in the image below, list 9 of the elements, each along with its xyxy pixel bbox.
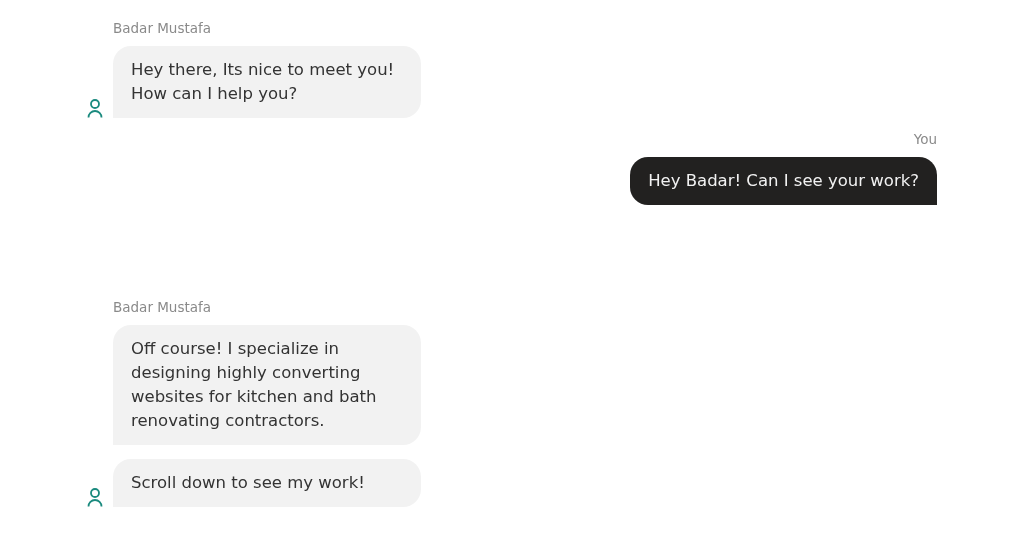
sender-name: Badar Mustafa [113,20,212,36]
message-bubble: Hey Badar! Can I see your work? [630,157,937,205]
sender-name: You [913,131,937,147]
message-bubble: Off course! I specialize in designing highly converting websites for kitchen and bath renovating contractors. [113,325,421,445]
sender-name: Badar Mustafa [113,299,212,315]
user-icon [86,99,103,118]
user-icon [86,488,103,507]
message-bubble: Hey there, Its nice to meet you! How can I help you? [113,46,421,118]
message-bubble: Scroll down to see my work! [113,459,421,507]
